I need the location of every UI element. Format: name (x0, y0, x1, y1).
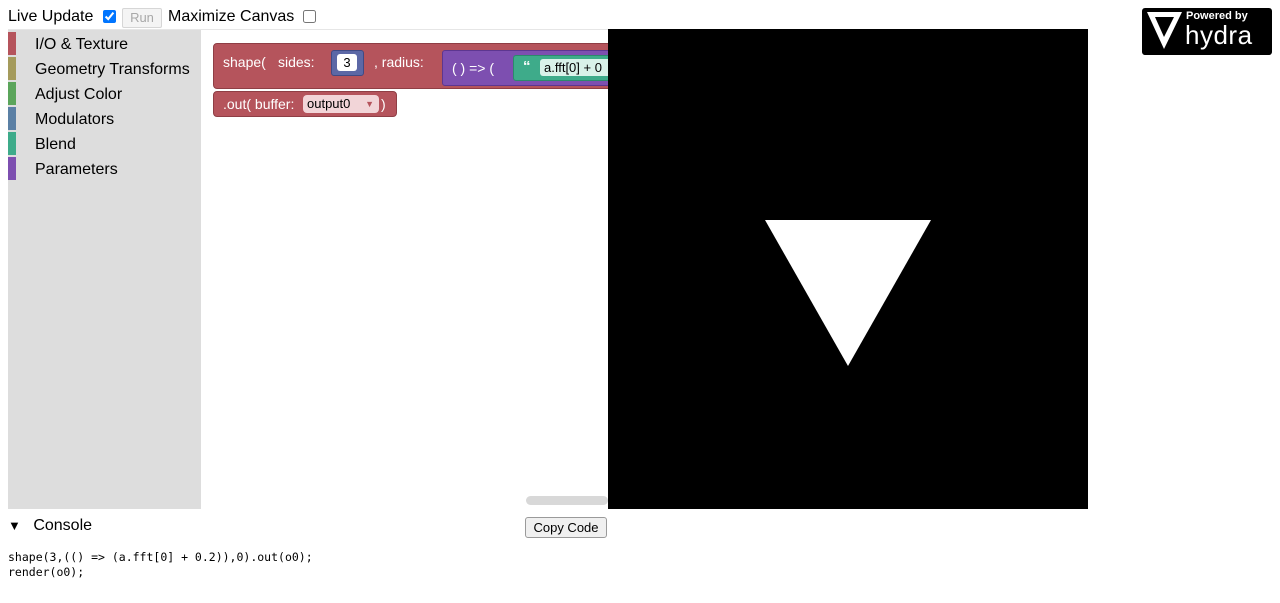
live-update-checkbox[interactable] (103, 10, 116, 23)
toolbox-category-blend[interactable]: Blend (8, 132, 201, 157)
block-workspace[interactable]: I/O & Texture Geometry Transforms Adjust… (8, 29, 624, 509)
out-block[interactable]: .out( buffer: output0 ▼ ) (213, 91, 397, 117)
output-canvas[interactable] (608, 29, 1088, 509)
arrow-function-label: ( ) => ( (452, 60, 495, 76)
shape-block[interactable]: shape( sides: 3 , radius: ( ) => ( “ a.f… (213, 43, 624, 89)
category-color-bar (8, 57, 16, 80)
collapse-triangle-icon[interactable]: ▼ (8, 518, 21, 533)
category-label: Adjust Color (35, 86, 123, 103)
arrow-function-block[interactable]: ( ) => ( “ a.fft[0] + 0 (442, 50, 624, 86)
top-toolbar: Live Update Run Maximize Canvas (0, 0, 600, 32)
hydra-logo[interactable]: Powered by hydra (1142, 8, 1272, 55)
toolbox-category-geometry-transforms[interactable]: Geometry Transforms (8, 57, 201, 82)
sides-number-block[interactable]: 3 (331, 50, 364, 76)
category-label: Parameters (35, 161, 118, 178)
triangle (765, 220, 931, 366)
maximize-canvas-label: Maximize Canvas (168, 8, 295, 25)
category-label: Modulators (35, 111, 115, 128)
toolbox-category-parameters[interactable]: Parameters (8, 157, 201, 182)
out-block-close: ) (381, 96, 386, 112)
string-block[interactable]: “ a.fft[0] + 0 (513, 55, 624, 81)
category-color-bar (8, 132, 16, 155)
copy-code-button[interactable]: Copy Code (525, 517, 607, 538)
maximize-canvas-checkbox[interactable] (303, 10, 316, 23)
quote-icon: “ (523, 58, 531, 75)
hydra-wordmark: hydra (1185, 20, 1253, 50)
buffer-dropdown-value: output0 (307, 96, 351, 111)
dropdown-arrow-icon: ▼ (365, 99, 374, 109)
console-title: Console (33, 517, 93, 534)
console-code: shape(3,(() => (a.fft[0] + 0.2)),0).out(… (8, 550, 313, 579)
category-label: Blend (35, 136, 76, 153)
buffer-dropdown[interactable]: output0 ▼ (303, 95, 379, 113)
sides-number-field[interactable]: 3 (337, 54, 357, 71)
category-color-bar (8, 107, 16, 130)
out-block-label: .out( buffer: (223, 96, 295, 112)
toolbox: I/O & Texture Geometry Transforms Adjust… (8, 30, 201, 509)
category-color-bar (8, 82, 16, 105)
workspace-horizontal-scrollbar[interactable] (526, 496, 608, 505)
category-color-bar (8, 32, 16, 55)
run-button[interactable]: Run (122, 8, 162, 28)
category-label: I/O & Texture (35, 36, 129, 53)
hydra-triangle-icon (1147, 12, 1182, 49)
sides-label: sides: (278, 54, 315, 70)
toolbox-category-io-texture[interactable]: I/O & Texture (8, 32, 201, 57)
shape-block-label: shape( (223, 54, 266, 70)
radius-label: , radius: (374, 54, 424, 70)
triangle-shape (765, 220, 931, 366)
toolbox-category-modulators[interactable]: Modulators (8, 107, 201, 132)
category-color-bar (8, 157, 16, 180)
category-label: Geometry Transforms (35, 61, 190, 78)
live-update-label: Live Update (8, 8, 94, 25)
console-header[interactable]: ▼ Console (8, 517, 92, 535)
toolbox-category-adjust-color[interactable]: Adjust Color (8, 82, 201, 107)
